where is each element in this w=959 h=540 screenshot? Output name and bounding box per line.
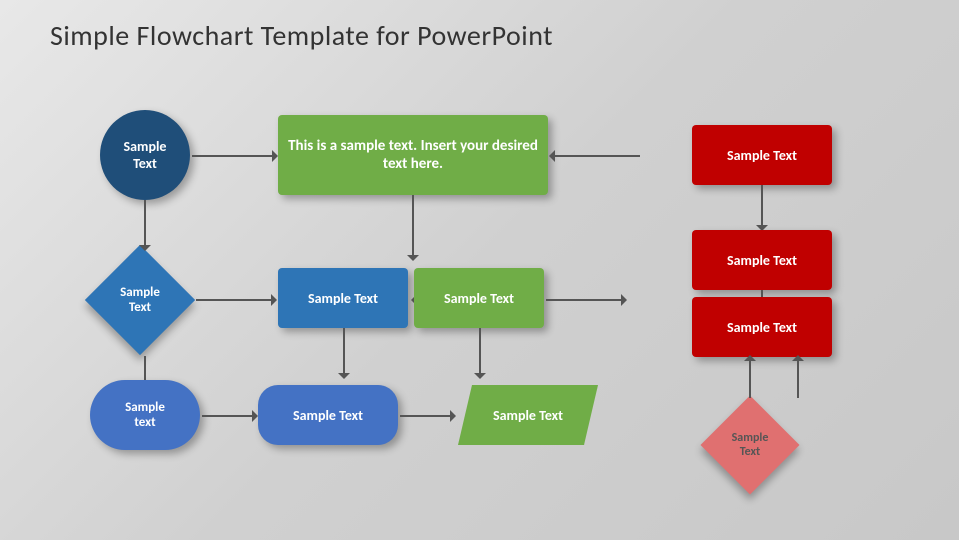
green-para-shape: Sample Text xyxy=(458,385,598,445)
red-rect-3: Sample Text xyxy=(692,297,832,357)
arrow-pink-to-red3 xyxy=(749,356,751,398)
arrow-green-down xyxy=(412,195,414,260)
oval-shape: Sample text xyxy=(90,380,200,450)
blue-pill-rect: Sample Text xyxy=(258,385,398,445)
diamond-shape-1: Sample Text xyxy=(85,245,195,355)
red-rect-1: Sample Text xyxy=(692,125,832,185)
arrow-circle-to-green xyxy=(192,155,277,157)
arrow-pill-to-para xyxy=(400,415,455,417)
arrow-pink-to-red3-2 xyxy=(797,356,799,398)
arrow-greenmed-to-red xyxy=(546,299,626,301)
arrow-greenmed-down xyxy=(479,328,481,378)
circle-shape: Sample Text xyxy=(100,110,190,200)
red-rect-2: Sample Text xyxy=(692,230,832,290)
pink-diamond-shape: Sample Text xyxy=(700,395,800,495)
arrow-red1-to-red2 xyxy=(761,185,763,230)
arrow-circle-to-diamond xyxy=(144,200,146,250)
blue-rect-med-1: Sample Text xyxy=(278,268,408,328)
green-rect-med: Sample Text xyxy=(414,268,544,328)
arrow-diamond-to-blue xyxy=(196,299,276,301)
arrow-blue-down xyxy=(343,328,345,378)
green-rect-large: This is a sample text. Insert your desir… xyxy=(278,115,548,195)
arrow-red-to-green xyxy=(550,155,640,157)
arrow-oval-to-pill xyxy=(202,415,257,417)
page-title: Simple Flowchart Template for PowerPoint xyxy=(50,18,553,53)
